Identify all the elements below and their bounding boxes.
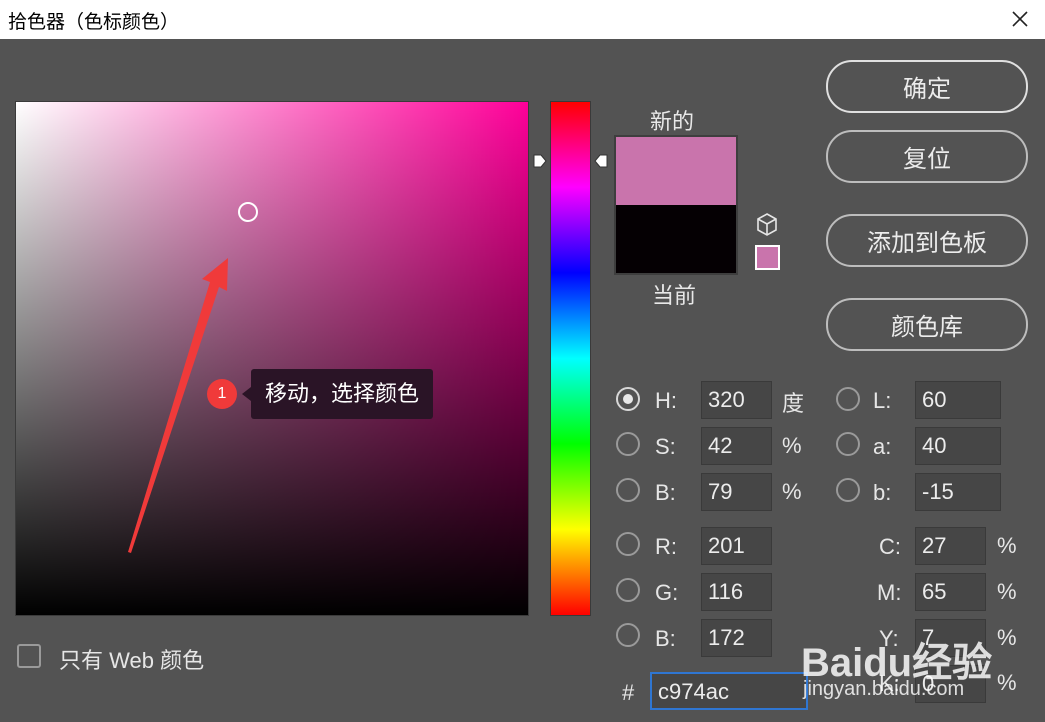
title-bar: 拾色器（色标颜色） [0, 0, 1045, 39]
input-b-hsb[interactable]: 79 [701, 473, 772, 511]
unit-y: % [997, 625, 1017, 650]
close-icon [1012, 11, 1028, 27]
color-field-cursor[interactable] [238, 202, 258, 222]
input-y[interactable]: 7 [915, 619, 986, 657]
new-color-swatch [616, 137, 736, 205]
web-only-checkbox[interactable] [17, 644, 41, 668]
input-r[interactable]: 201 [701, 527, 772, 565]
label-b-lab: b: [873, 480, 892, 505]
unit-c: % [997, 533, 1017, 558]
radio-b-rgb[interactable] [616, 623, 640, 647]
input-b-lab[interactable]: -15 [915, 473, 1001, 511]
label-hex: # [622, 680, 635, 705]
radio-r[interactable] [616, 532, 640, 556]
add-to-swatches-button[interactable]: 添加到色板 [826, 214, 1028, 267]
annotation-callout: 移动，选择颜色 [241, 369, 434, 419]
input-g[interactable]: 116 [701, 573, 772, 611]
new-color-label: 新的 [650, 109, 695, 134]
hue-slider-right-arrow-icon[interactable] [593, 153, 609, 169]
label-c: C: [879, 534, 901, 559]
color-preview [614, 135, 738, 275]
label-g: G: [655, 580, 679, 605]
label-s: S: [655, 434, 676, 459]
web-only-label: 只有 Web 颜色 [59, 648, 205, 673]
input-c[interactable]: 27 [915, 527, 986, 565]
label-r: R: [655, 534, 677, 559]
radio-b-hsb[interactable] [616, 478, 640, 502]
unit-k: % [997, 670, 1017, 695]
ok-button[interactable]: 确定 [826, 60, 1028, 113]
unit-b-hsb: % [782, 479, 802, 504]
input-m[interactable]: 65 [915, 573, 986, 611]
current-color-label: 当前 [652, 283, 697, 308]
label-b-hsb: B: [655, 480, 676, 505]
step-badge: 1 [207, 379, 237, 409]
label-m: M: [877, 580, 902, 605]
hex-input[interactable]: c974ac [650, 672, 808, 710]
color-libraries-button[interactable]: 颜色库 [826, 298, 1028, 351]
radio-a[interactable] [836, 432, 860, 456]
label-y: Y: [879, 626, 899, 651]
cube-icon[interactable] [755, 212, 779, 238]
close-button[interactable] [1005, 4, 1035, 34]
hue-slider-left-arrow-icon[interactable] [532, 153, 548, 169]
input-b-rgb[interactable]: 172 [701, 619, 772, 657]
unit-h: 度 [782, 391, 805, 416]
input-l[interactable]: 60 [915, 381, 1001, 419]
radio-h[interactable] [616, 387, 640, 411]
color-field[interactable] [15, 101, 529, 616]
input-k[interactable]: 0 [915, 665, 986, 703]
radio-s[interactable] [616, 432, 640, 456]
current-color-swatch[interactable] [616, 205, 736, 273]
radio-b-lab[interactable] [836, 478, 860, 502]
label-l: L: [873, 388, 892, 413]
label-b-rgb: B: [655, 626, 676, 651]
reset-button[interactable]: 复位 [826, 130, 1028, 183]
input-a[interactable]: 40 [915, 427, 1001, 465]
web-safe-color-swatch[interactable] [755, 245, 780, 270]
hue-slider[interactable] [550, 101, 591, 616]
label-h: H: [655, 388, 677, 413]
radio-g[interactable] [616, 578, 640, 602]
unit-s: % [782, 433, 802, 458]
radio-l[interactable] [836, 387, 860, 411]
window-title: 拾色器（色标颜色） [8, 12, 180, 33]
label-a: a: [873, 434, 892, 459]
unit-m: % [997, 579, 1017, 604]
color-field-brightness-gradient [16, 102, 528, 615]
input-h[interactable]: 320 [701, 381, 772, 419]
label-k: K: [879, 671, 900, 696]
input-s[interactable]: 42 [701, 427, 772, 465]
